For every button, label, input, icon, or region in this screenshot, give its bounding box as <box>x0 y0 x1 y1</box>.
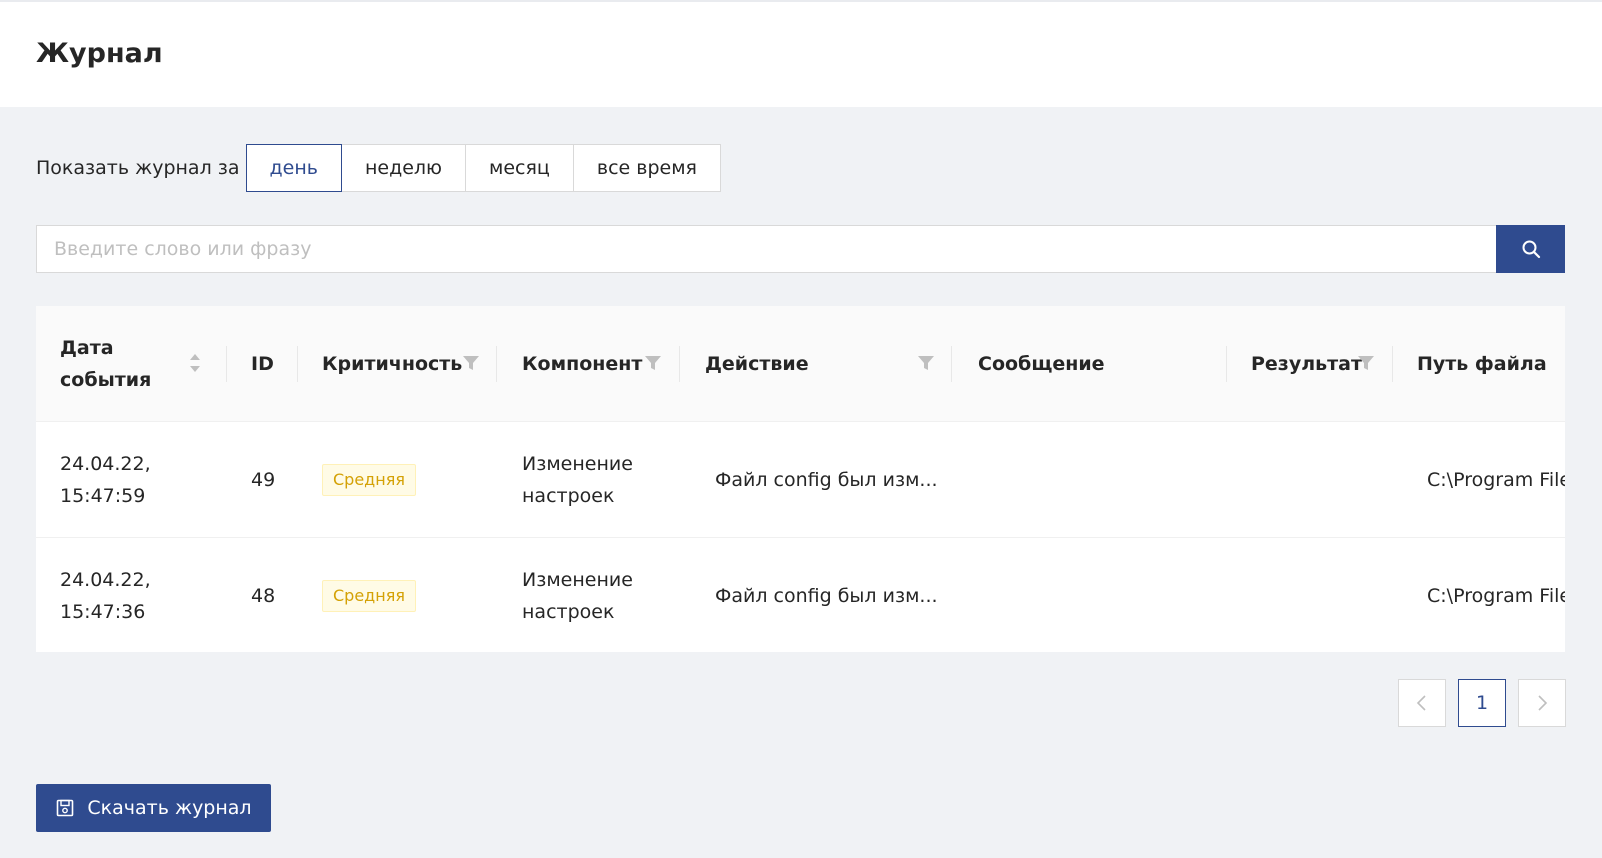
cell-time: 15:47:36 <box>60 600 146 623</box>
filter-icon[interactable] <box>1357 354 1375 372</box>
filter-icon[interactable] <box>644 354 662 372</box>
column-header-date-line1: Дата <box>60 337 114 359</box>
column-header-component: Компонент <box>522 353 643 375</box>
column-header-message: Сообщение <box>978 353 1105 375</box>
cell-time: 15:47:59 <box>60 484 146 507</box>
cell-date-line1: 24.04.22, <box>60 452 151 475</box>
column-header-id: ID <box>251 353 274 375</box>
table-row[interactable]: 24.04.22, 15:47:59 49 Средняя Изменение … <box>36 422 1565 538</box>
column-header-file-path: Путь файла <box>1417 353 1547 375</box>
column-header-date[interactable]: Дата события <box>60 306 151 422</box>
column-header-action: Действие <box>705 353 809 375</box>
cell-date: 24.04.22, 15:47:59 <box>60 422 151 537</box>
period-option-month[interactable]: месяц <box>465 144 574 192</box>
cell-id: 48 <box>251 584 276 607</box>
cell-severity: Средняя <box>322 422 416 537</box>
pagination-page-1[interactable]: 1 <box>1458 679 1506 727</box>
cell-id: 49 <box>251 468 276 491</box>
column-divider <box>1226 346 1227 382</box>
filter-icon[interactable] <box>917 354 935 372</box>
column-header-result: Результат <box>1251 353 1363 375</box>
column-divider <box>951 346 952 382</box>
severity-badge: Средняя <box>322 579 416 612</box>
cell-severity: Средняя <box>322 538 416 652</box>
cell-component: Изменение настроек <box>522 422 633 537</box>
download-log-label: Скачать журнал <box>87 797 252 819</box>
column-header-date-line2: события <box>60 369 152 391</box>
cell-component-line2: настроек <box>522 600 615 623</box>
column-divider <box>496 346 497 382</box>
download-log-button[interactable]: Скачать журнал <box>36 784 271 832</box>
period-option-day[interactable]: день <box>245 144 342 192</box>
table-row[interactable]: 24.04.22, 15:47:36 48 Средняя Изменение … <box>36 538 1565 652</box>
pagination-next-button[interactable] <box>1518 679 1566 727</box>
search-icon <box>1522 240 1540 259</box>
chevron-left-icon <box>1416 695 1426 711</box>
cell-component-line1: Изменение <box>522 568 633 591</box>
save-icon <box>57 799 74 817</box>
sort-icon[interactable] <box>188 350 202 376</box>
cell-action: Файл config был изм... <box>715 468 938 491</box>
table-header: Дата события ID Критичность Компонент Де… <box>36 306 1565 422</box>
column-divider <box>226 346 227 382</box>
cell-component-line2: настроек <box>522 484 615 507</box>
filter-icon[interactable] <box>462 354 480 372</box>
period-segmented-control: день неделю месяц все время <box>245 144 721 192</box>
cell-component: Изменение настроек <box>522 538 633 652</box>
cell-date: 24.04.22, 15:47:36 <box>60 538 151 652</box>
search-input[interactable] <box>36 225 1496 273</box>
cell-file-path: C:\Program Files (x <box>1427 584 1565 607</box>
severity-badge: Средняя <box>322 463 416 496</box>
period-filter: Показать журнал за день неделю месяц все… <box>36 144 721 192</box>
column-header-severity: Критичность <box>322 353 463 375</box>
chevron-right-icon <box>1538 695 1548 711</box>
page-title: Журнал <box>36 38 163 69</box>
pagination-prev-button[interactable] <box>1398 679 1446 727</box>
period-option-week[interactable]: неделю <box>340 144 467 192</box>
column-divider <box>679 346 680 382</box>
column-divider <box>1392 346 1393 382</box>
cell-component-line1: Изменение <box>522 452 633 475</box>
cell-action: Файл config был изм... <box>715 584 938 607</box>
cell-file-path: C:\Program Files (x <box>1427 468 1565 491</box>
cell-date-line1: 24.04.22, <box>60 568 151 591</box>
search-bar <box>36 225 1565 273</box>
search-button[interactable] <box>1496 225 1565 273</box>
page-header: Журнал <box>0 0 1602 107</box>
period-filter-label: Показать журнал за <box>36 157 240 179</box>
log-table: Дата события ID Критичность Компонент Де… <box>36 306 1565 652</box>
column-divider <box>297 346 298 382</box>
period-option-all-time[interactable]: все время <box>572 144 721 192</box>
